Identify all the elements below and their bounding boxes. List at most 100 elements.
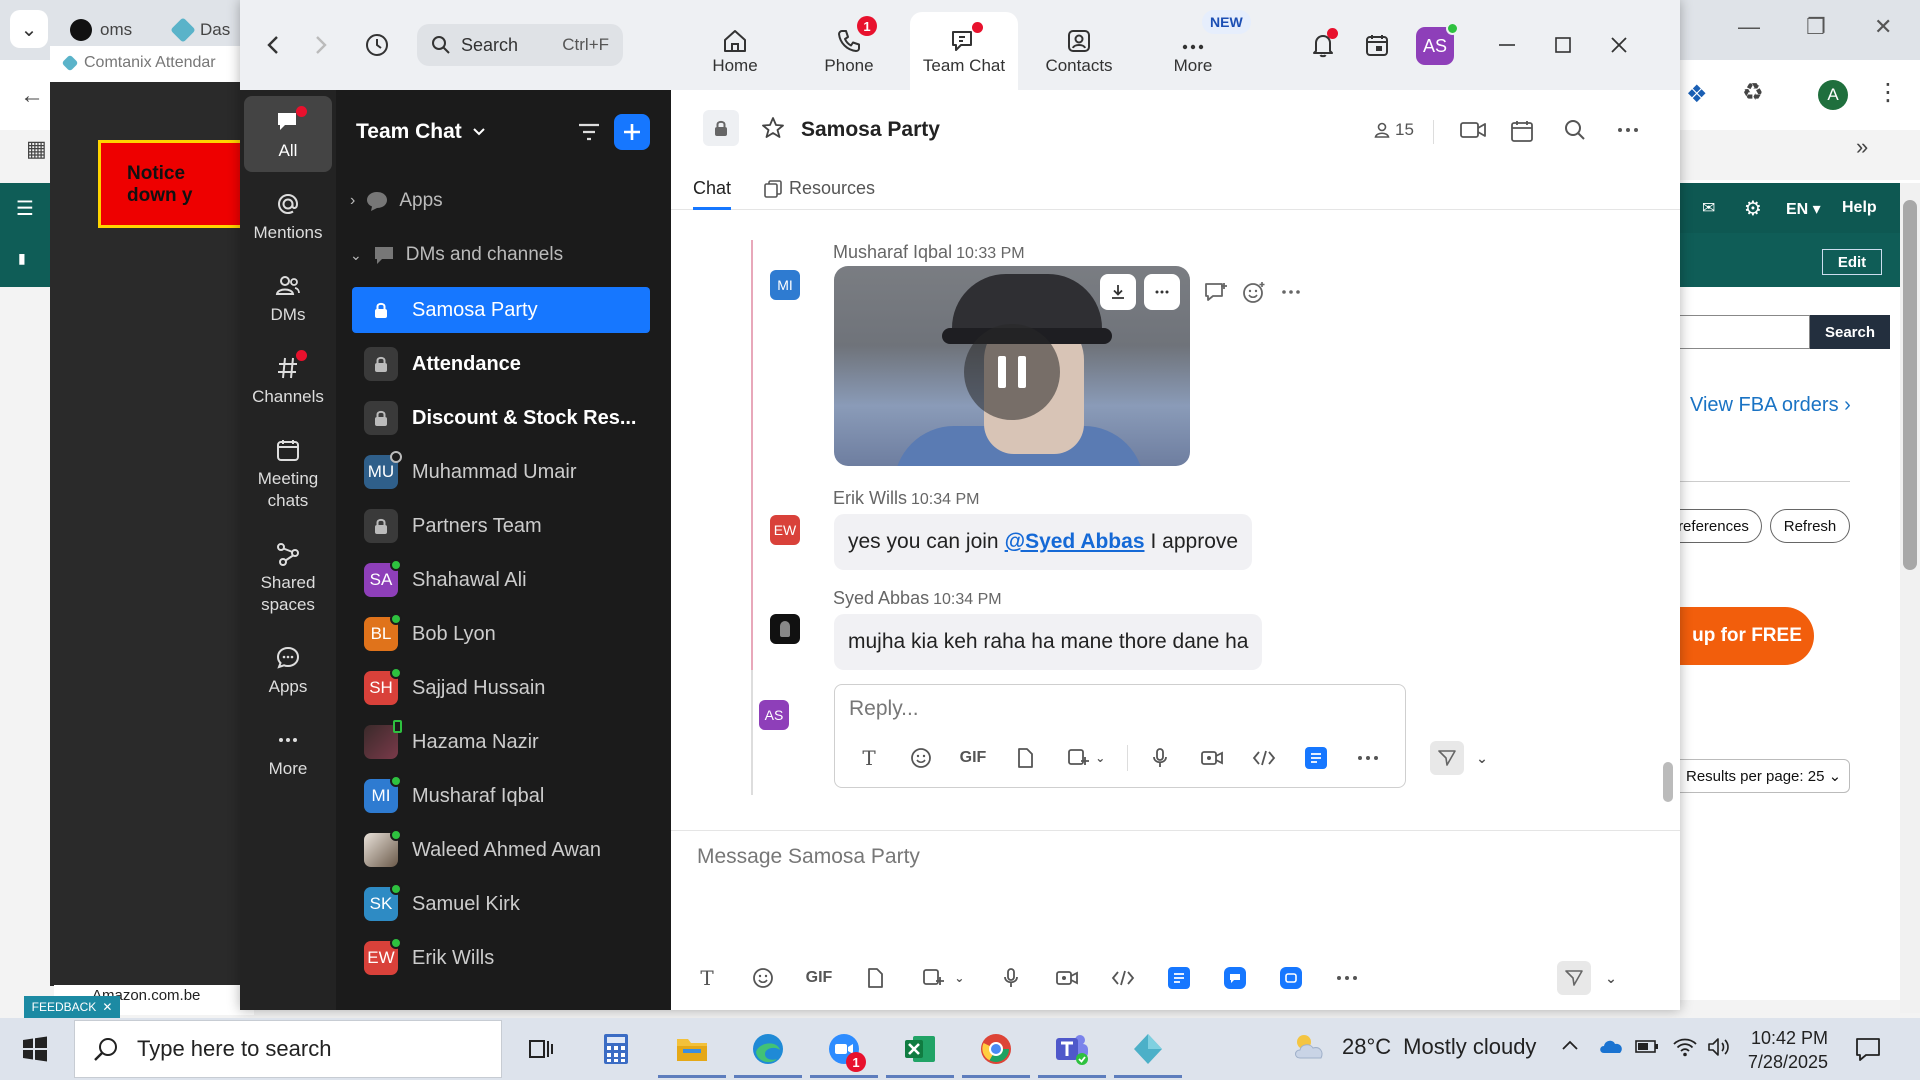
apps-grid-icon[interactable]: ▦ <box>26 136 47 162</box>
sidebar-item-discount-stock[interactable]: Discount & Stock Res... <box>352 395 650 441</box>
results-per-page-select[interactable]: Results per page: 25 ⌄ <box>1680 759 1850 793</box>
screenshot-icon[interactable]: ⌄ <box>903 967 983 989</box>
notification-center-button[interactable] <box>1854 1036 1882 1062</box>
sidebar-item-partners-team[interactable]: Partners Team <box>352 503 650 549</box>
page-scrollbar-thumb[interactable] <box>1903 200 1917 570</box>
mail-icon[interactable]: ✉ <box>1702 198 1715 218</box>
nav-meeting-chats[interactable]: Meeting chats <box>244 432 332 512</box>
zoom-minimize-button[interactable] <box>1490 28 1524 62</box>
start-button[interactable] <box>22 1036 48 1062</box>
notifications-button[interactable] <box>1308 28 1338 60</box>
onedrive-icon[interactable] <box>1598 1036 1624 1056</box>
reply-thread-button[interactable] <box>1203 280 1229 304</box>
sidebar-title-dropdown[interactable]: Team Chat <box>356 120 486 144</box>
emoji-icon[interactable] <box>735 967 791 989</box>
nav-dms[interactable]: DMs <box>244 268 332 326</box>
add-reaction-button[interactable] <box>1241 280 1267 304</box>
message-composer[interactable]: Message Samosa Party T GIF ⌄ ⌄ <box>671 830 1680 1010</box>
double-chevron-icon[interactable]: » <box>1856 134 1868 160</box>
members-button[interactable]: 15 <box>1373 120 1414 140</box>
feedback-tab[interactable]: FEEDBACK ✕ <box>24 996 120 1018</box>
excel-app[interactable] <box>886 1026 954 1078</box>
ellipsis-icon[interactable] <box>1342 754 1394 762</box>
signup-free-button[interactable]: up for FREE <box>1680 607 1814 665</box>
sidebar-item-samosa-party[interactable]: Samosa Party <box>352 287 650 333</box>
sidebar-item-musharaf-iqbal[interactable]: MI Musharaf Iqbal <box>352 773 650 819</box>
star-button[interactable] <box>761 116 785 140</box>
gear-icon[interactable]: ⚙ <box>1744 196 1762 221</box>
taskbar-search-input[interactable]: Type here to search <box>74 1020 502 1078</box>
sidebar-item-muhammad-umair[interactable]: MU Muhammad Umair <box>352 449 650 495</box>
video-meeting-button[interactable] <box>1459 118 1487 142</box>
attendance-app[interactable] <box>1114 1026 1182 1078</box>
code-icon[interactable] <box>1095 968 1151 988</box>
edit-button[interactable]: Edit <box>1822 249 1882 275</box>
seller-search-input[interactable] <box>1680 315 1810 349</box>
format-text-icon[interactable]: T <box>843 746 895 770</box>
emoji-icon[interactable] <box>895 747 947 769</box>
sidebar-item-erik-wills[interactable]: EW Erik Wills <box>352 935 650 981</box>
edge-app[interactable] <box>734 1026 802 1078</box>
hamburger-icon[interactable]: ☰ <box>16 196 34 221</box>
nav-channels[interactable]: Channels <box>244 350 332 408</box>
schedule-meeting-button[interactable] <box>1509 118 1535 144</box>
extension-icon[interactable]: ❖ <box>1686 80 1708 109</box>
nav-more[interactable]: More <box>244 722 332 780</box>
search-chat-button[interactable] <box>1563 118 1587 142</box>
task-view-button[interactable] <box>516 1026 564 1072</box>
calculator-app[interactable] <box>592 1026 640 1072</box>
kebab-menu-icon[interactable]: ⋮ <box>1876 78 1900 107</box>
help-link[interactable]: Help <box>1842 199 1877 217</box>
gif-button[interactable]: GIF <box>791 969 847 987</box>
show-hidden-icons-button[interactable] <box>1560 1036 1580 1056</box>
pause-button[interactable] <box>964 324 1060 420</box>
app-zoom-icon[interactable] <box>1263 967 1319 989</box>
close-icon[interactable]: ✕ <box>102 1000 112 1014</box>
tab-team-chat[interactable]: Team Chat <box>910 12 1018 90</box>
app-shortcut-icon[interactable] <box>1290 747 1342 769</box>
avatar[interactable] <box>770 614 800 644</box>
tab-chat[interactable]: Chat <box>693 178 732 210</box>
view-fba-orders-link[interactable]: View FBA orders › <box>1690 394 1851 417</box>
zoom-app[interactable]: 1 <box>810 1026 878 1078</box>
profile-avatar[interactable]: A <box>1818 80 1848 110</box>
sidebar-item-waleed-ahmed-awan[interactable]: Waleed Ahmed Awan <box>352 827 650 873</box>
avatar[interactable]: EW <box>770 515 800 545</box>
back-arrow-icon[interactable]: ← <box>20 82 44 110</box>
battery-icon[interactable] <box>1634 1036 1660 1056</box>
language-selector[interactable]: EN ▾ <box>1786 199 1821 219</box>
file-explorer-app[interactable] <box>658 1026 726 1078</box>
sidebar-item-bob-lyon[interactable]: BL Bob Lyon <box>352 611 650 657</box>
system-clock[interactable]: 10:42 PM 7/28/2025 <box>1744 1026 1828 1074</box>
section-dms-and-channels[interactable]: ⌄ DMs and channels <box>350 240 563 270</box>
nav-all[interactable]: All <box>244 96 332 172</box>
nav-shared-spaces[interactable]: Shared spaces <box>244 536 332 616</box>
browser-tab-oms[interactable]: oms <box>70 14 132 46</box>
seller-search-button[interactable]: Search <box>1810 315 1890 349</box>
sidebar-item-attendance[interactable]: Attendance <box>352 341 650 387</box>
video-clip-icon[interactable] <box>1186 748 1238 768</box>
app-chat-icon[interactable] <box>1207 967 1263 989</box>
mention-link[interactable]: @Syed Abbas <box>1005 530 1145 554</box>
thread-reply-box[interactable]: Reply... T GIF ⌄ ⌄ <box>834 684 1488 788</box>
back-button[interactable] <box>258 30 288 60</box>
sidebar-item-sajjad-hussain[interactable]: SH Sajjad Hussain <box>352 665 650 711</box>
filter-button[interactable] <box>576 120 602 144</box>
teams-app[interactable] <box>1038 1026 1106 1078</box>
message-more-button[interactable] <box>1279 280 1303 304</box>
format-text-icon[interactable]: T <box>679 966 735 990</box>
send-reply-button[interactable] <box>1430 741 1464 775</box>
browser-tab-das[interactable]: Das <box>170 14 230 46</box>
section-apps[interactable]: › Apps <box>350 186 443 216</box>
tab-phone[interactable]: 1 Phone <box>796 12 902 90</box>
tab-more[interactable]: More NEW <box>1140 10 1251 90</box>
code-icon[interactable] <box>1238 748 1290 768</box>
file-icon[interactable] <box>999 747 1051 769</box>
download-button[interactable] <box>1100 274 1136 310</box>
browser-restore-button[interactable]: ❐ <box>1806 14 1826 40</box>
nav-apps[interactable]: Apps <box>244 640 332 698</box>
ellipsis-icon[interactable] <box>1319 974 1375 982</box>
nav-mentions[interactable]: Mentions <box>244 186 332 244</box>
tab-resources[interactable]: Resources <box>763 178 875 207</box>
screenshot-icon[interactable]: ⌄ <box>1051 747 1121 769</box>
